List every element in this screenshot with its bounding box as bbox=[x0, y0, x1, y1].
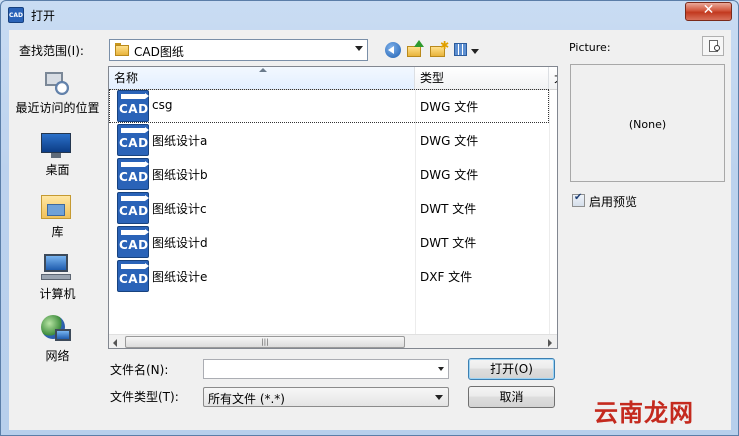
column-header-name[interactable]: 名称 bbox=[109, 67, 415, 89]
scroll-right-icon[interactable] bbox=[548, 339, 552, 347]
libraries-icon bbox=[41, 193, 71, 221]
cad-app-icon: CAD bbox=[8, 7, 24, 23]
file-name: 图纸设计a bbox=[152, 134, 208, 148]
file-list-header: 名称 类型 大 bbox=[109, 67, 557, 90]
column-divider bbox=[549, 89, 550, 334]
close-button[interactable]: ✕ bbox=[685, 2, 732, 21]
file-row[interactable]: CAD 图纸设计e DXF 文件 bbox=[109, 259, 549, 293]
network-icon bbox=[41, 315, 71, 345]
up-one-level-button[interactable] bbox=[406, 40, 426, 60]
preview-zoom-button[interactable] bbox=[702, 36, 724, 56]
file-row[interactable]: CAD 图纸设计c DWT 文件 bbox=[109, 191, 549, 225]
file-type: DWG 文件 bbox=[420, 168, 479, 182]
window-title: 打开 bbox=[31, 9, 56, 23]
up-folder-icon bbox=[407, 46, 421, 57]
file-name: 图纸设计e bbox=[152, 270, 208, 284]
file-name: 图纸设计d bbox=[152, 236, 208, 250]
scroll-thumb[interactable]: ||| bbox=[125, 336, 405, 348]
file-type: DXF 文件 bbox=[420, 270, 473, 284]
preview-pane: (None) bbox=[570, 64, 725, 182]
cad-file-icon: CAD bbox=[117, 226, 149, 258]
place-label: 桌面 bbox=[45, 163, 70, 177]
magnifier-icon bbox=[714, 45, 720, 51]
column-header-size[interactable]: 大 bbox=[549, 67, 557, 89]
dialog-client-area: 查找范围(I): CAD图纸 ✱ 最近访问的位置 桌面 库 计算机 网络 名称 … bbox=[9, 30, 731, 430]
enable-preview-checkbox[interactable] bbox=[572, 192, 585, 207]
places-bar: 最近访问的位置 桌面 库 计算机 网络 bbox=[10, 63, 105, 368]
place-label: 计算机 bbox=[39, 287, 76, 301]
file-name: 图纸设计c bbox=[152, 202, 207, 216]
lookin-label: 查找范围(I): bbox=[19, 44, 84, 58]
lookin-dropdown[interactable]: CAD图纸 bbox=[109, 39, 368, 61]
open-dialog-window: CAD 打开 ✕ 查找范围(I): CAD图纸 ✱ 最近访问的位置 桌面 库 计… bbox=[0, 0, 739, 436]
scroll-left-icon[interactable] bbox=[113, 339, 117, 347]
file-type: DWT 文件 bbox=[420, 202, 477, 216]
file-name: csg bbox=[152, 98, 173, 112]
chevron-down-icon bbox=[471, 49, 479, 54]
file-row[interactable]: CAD 图纸设计d DWT 文件 bbox=[109, 225, 549, 259]
chevron-down-icon bbox=[435, 395, 443, 400]
filename-input[interactable] bbox=[203, 359, 449, 379]
views-menu-button[interactable] bbox=[453, 40, 481, 60]
cad-file-icon: CAD bbox=[117, 260, 149, 292]
open-button[interactable]: 打开(O) bbox=[468, 358, 555, 380]
recent-places-icon bbox=[42, 69, 70, 97]
file-list[interactable]: 名称 类型 大 CAD csg DWG 文件 CAD 图纸设计a DWG 文件 … bbox=[108, 66, 558, 349]
place-label: 网络 bbox=[45, 349, 70, 363]
column-header-label: 名称 bbox=[114, 71, 139, 85]
filetype-dropdown[interactable]: 所有文件 (*.*) bbox=[203, 387, 449, 407]
column-header-type[interactable]: 类型 bbox=[415, 67, 549, 89]
file-type: DWG 文件 bbox=[420, 100, 479, 114]
column-header-label: 类型 bbox=[420, 71, 445, 85]
computer-icon bbox=[41, 254, 71, 282]
place-label: 库 bbox=[51, 225, 64, 239]
file-row[interactable]: CAD csg DWG 文件 bbox=[109, 89, 549, 123]
file-row[interactable]: CAD 图纸设计a DWG 文件 bbox=[109, 123, 549, 157]
chevron-down-icon[interactable] bbox=[438, 367, 444, 371]
filetype-label: 文件类型(T): bbox=[110, 390, 179, 404]
column-header-label: 大 bbox=[554, 71, 557, 85]
cad-file-icon: CAD bbox=[117, 124, 149, 156]
cad-file-icon: CAD bbox=[117, 158, 149, 190]
close-icon: ✕ bbox=[702, 2, 715, 18]
file-type: DWT 文件 bbox=[420, 236, 477, 250]
folder-icon bbox=[115, 43, 129, 56]
file-type: DWG 文件 bbox=[420, 134, 479, 148]
desktop-icon bbox=[41, 133, 71, 159]
preview-label: Picture: bbox=[569, 41, 611, 54]
preview-empty-text: (None) bbox=[628, 118, 667, 131]
cad-file-icon: CAD bbox=[117, 192, 149, 224]
place-label: 最近访问的位置 bbox=[15, 101, 100, 115]
title-bar[interactable]: CAD 打开 ✕ bbox=[1, 1, 738, 29]
cad-file-icon: CAD bbox=[117, 90, 149, 122]
watermark: 云南龙网 bbox=[594, 399, 694, 427]
sort-ascending-icon bbox=[259, 68, 267, 72]
back-button[interactable] bbox=[383, 40, 403, 60]
cancel-button[interactable]: 取消 bbox=[468, 386, 555, 408]
horizontal-scrollbar[interactable]: ||| bbox=[109, 334, 557, 348]
filetype-value: 所有文件 (*.*) bbox=[208, 392, 285, 406]
file-name: 图纸设计b bbox=[152, 168, 208, 182]
filename-label: 文件名(N): bbox=[110, 363, 169, 377]
file-row[interactable]: CAD 图纸设计b DWG 文件 bbox=[109, 157, 549, 191]
enable-preview-label: 启用预览 bbox=[589, 195, 638, 209]
chevron-down-icon bbox=[355, 46, 363, 51]
new-folder-button[interactable]: ✱ bbox=[429, 40, 449, 60]
lookin-value: CAD图纸 bbox=[134, 45, 184, 59]
view-grid-icon bbox=[454, 43, 467, 56]
